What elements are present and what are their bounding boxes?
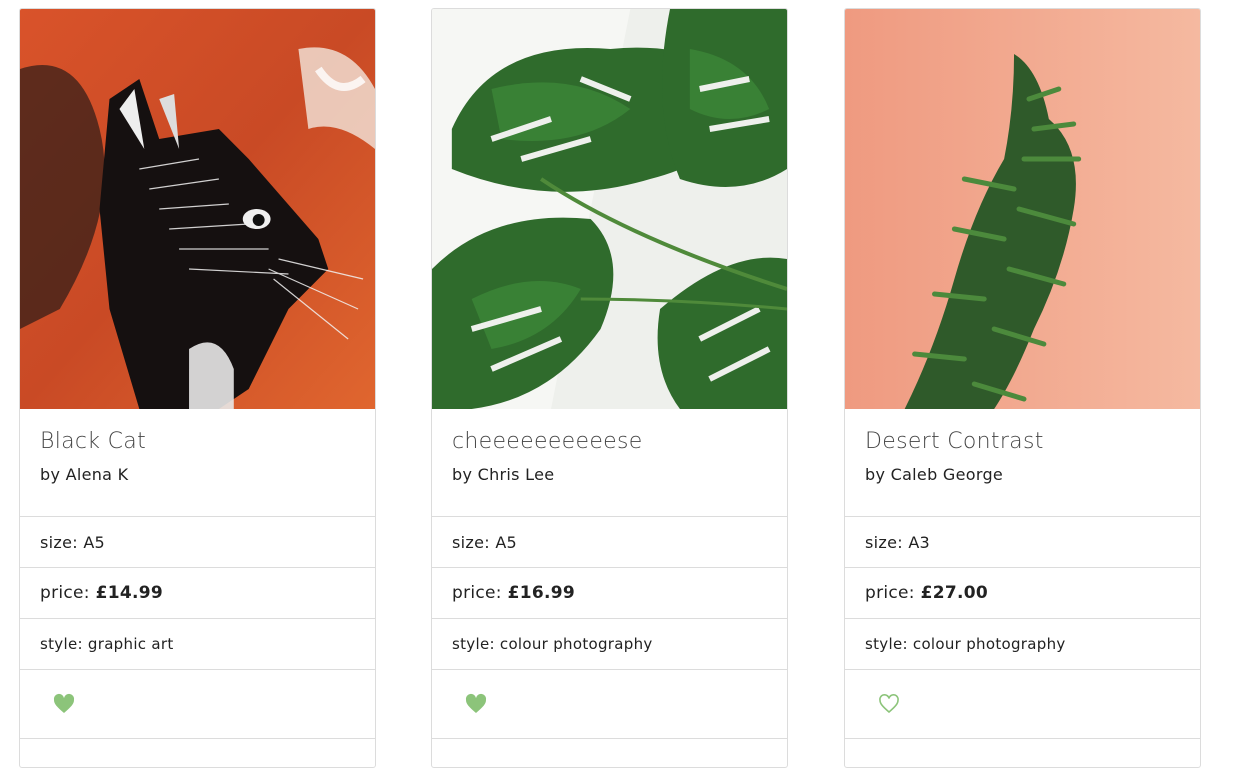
product-size-row: size: A5 xyxy=(432,517,787,568)
product-grid: Black Cat by Alena K size: A5 price: £14… xyxy=(0,0,1238,768)
product-image[interactable] xyxy=(432,9,787,409)
price-label: price: xyxy=(452,583,502,603)
product-card[interactable]: Black Cat by Alena K size: A5 price: £14… xyxy=(19,8,376,768)
price-label: price: xyxy=(40,583,90,603)
size-value: A5 xyxy=(495,532,518,552)
product-card-body: Desert Contrast by Caleb George xyxy=(845,409,1200,517)
price-value: £14.99 xyxy=(95,583,163,603)
size-label: size: xyxy=(865,532,903,552)
product-card-body: Black Cat by Alena K xyxy=(20,409,375,517)
size-value: A5 xyxy=(83,532,106,552)
price-value: £16.99 xyxy=(507,583,575,603)
product-image[interactable] xyxy=(20,9,375,409)
size-label: size: xyxy=(452,532,490,552)
size-label: size: xyxy=(40,532,78,552)
style-label: style: xyxy=(40,635,83,653)
heart-outline-icon[interactable] xyxy=(877,692,901,716)
product-price-row: price: £14.99 xyxy=(20,568,375,619)
product-size-row: size: A3 xyxy=(845,517,1200,568)
style-value: colour photography xyxy=(912,635,1066,653)
product-size-row: size: A5 xyxy=(20,517,375,568)
style-value: graphic art xyxy=(87,635,174,653)
product-title[interactable]: cheeeeeeeeeese xyxy=(452,427,767,457)
product-image[interactable] xyxy=(845,9,1200,409)
product-card[interactable]: cheeeeeeeeeese by Chris Lee size: A5 pri… xyxy=(431,8,788,768)
product-title[interactable]: Desert Contrast xyxy=(865,427,1180,457)
style-label: style: xyxy=(452,635,495,653)
size-value: A3 xyxy=(908,532,931,552)
price-value: £27.00 xyxy=(920,583,988,603)
price-label: price: xyxy=(865,583,915,603)
product-title[interactable]: Black Cat xyxy=(40,427,355,457)
product-style-row: style: graphic art xyxy=(20,619,375,670)
product-price-row: price: £16.99 xyxy=(432,568,787,619)
product-price-row: price: £27.00 xyxy=(845,568,1200,619)
product-card-body: cheeeeeeeeeese by Chris Lee xyxy=(432,409,787,517)
heart-filled-icon[interactable] xyxy=(52,692,76,716)
style-label: style: xyxy=(865,635,908,653)
favourite-row xyxy=(845,670,1200,739)
product-artist: by Alena K xyxy=(40,465,129,484)
favourite-row xyxy=(432,670,787,739)
product-artist: by Chris Lee xyxy=(452,465,555,484)
product-style-row: style: colour photography xyxy=(432,619,787,670)
style-value: colour photography xyxy=(499,635,653,653)
favourite-row xyxy=(20,670,375,739)
heart-filled-icon[interactable] xyxy=(464,692,488,716)
product-card[interactable]: Desert Contrast by Caleb George size: A3… xyxy=(844,8,1201,768)
product-style-row: style: colour photography xyxy=(845,619,1200,670)
product-artist: by Caleb George xyxy=(865,465,1004,484)
